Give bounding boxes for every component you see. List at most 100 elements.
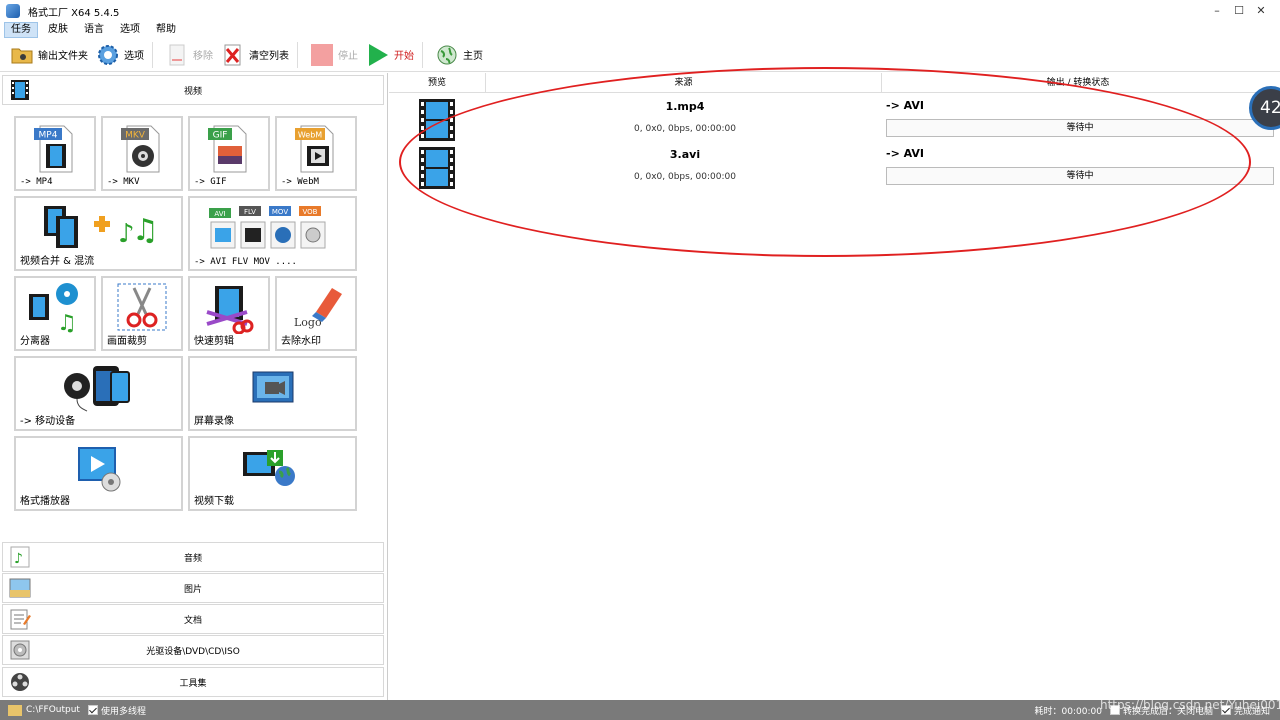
svg-text:MP4: MP4 (39, 131, 58, 141)
toolbar: 输出文件夹 选项 移除 清空列表 停止 开始 主页 (0, 38, 1280, 72)
multi-format-icon: AVI FLV MOV VOB (190, 202, 355, 254)
video-thumbnail-icon (419, 147, 455, 189)
source-filename: 1.mp4 (665, 100, 705, 113)
crop-tile[interactable]: 画面裁剪 (101, 276, 183, 351)
output-format: -> AVI (886, 99, 924, 112)
column-source[interactable]: 来源 (486, 73, 882, 92)
source-filename: 3.avi (669, 148, 701, 161)
play-icon (366, 43, 390, 67)
watermark-text: https://blog.csdn.net/Yuhei001 (1100, 698, 1280, 712)
clear-list-button[interactable]: 清空列表 (219, 40, 295, 70)
video-tools: MP4 -> MP4 MKV -> MKV GIF -> GIF WebM ->… (2, 106, 384, 540)
category-label: 视频 (183, 86, 202, 97)
convert-multi-format-tile[interactable]: AVI FLV MOV VOB -> AVI FLV MOV .... (188, 196, 357, 271)
menu-options[interactable]: 选项 (114, 23, 146, 37)
svg-text:♫: ♫ (132, 213, 159, 248)
globe-icon (435, 43, 459, 67)
quick-cut-icon (190, 282, 268, 334)
category-video[interactable]: 视频 (2, 75, 384, 105)
svg-text:MKV: MKV (125, 131, 146, 141)
conversion-status: 等待中 (886, 119, 1274, 137)
svg-text:♫: ♫ (57, 311, 77, 334)
column-output-status[interactable]: 输出 / 转换状态 (882, 73, 1274, 92)
output-folder-button[interactable]: 输出文件夹 (0, 40, 94, 70)
folder-icon (10, 43, 34, 67)
download-icon (190, 442, 355, 494)
window-title: 格式工厂 X64 5.4.5 (28, 7, 120, 19)
remove-icon (165, 43, 189, 67)
quick-cut-tile[interactable]: 快速剪辑 (188, 276, 270, 351)
gear-icon (96, 43, 120, 67)
output-format: -> AVI (886, 147, 924, 160)
multithread-label: 使用多线程 (100, 706, 146, 717)
menu-bar: 任务 皮肤 语言 选项 帮助 (0, 22, 1280, 38)
source-info: 0, 0x0, 0bps, 00:00:00 (634, 124, 736, 134)
task-list: 预览 来源 输出 / 转换状态 1.mp4 0, 0x0, 0bps, 00:0… (389, 73, 1280, 700)
conversion-status: 等待中 (886, 167, 1274, 185)
mobile-device-tile[interactable]: -> 移动设备 (14, 356, 183, 431)
merge-icon: ♪ ♫ (16, 202, 181, 254)
webm-file-icon: WebM (277, 122, 355, 174)
toolbar-divider (297, 41, 298, 68)
convert-mp4-tile[interactable]: MP4 -> MP4 (14, 116, 96, 191)
category-tools[interactable]: 工具集 (2, 667, 384, 697)
mp4-file-icon: MP4 (16, 122, 94, 174)
svg-text:FLV: FLV (244, 208, 256, 216)
function-panel: 视频 MP4 -> MP4 MKV -> MKV GIF -> GIF WebM (0, 73, 388, 700)
menu-help[interactable]: 帮助 (150, 23, 182, 37)
task-row[interactable]: 1.mp4 0, 0x0, 0bps, 00:00:00 -> AVI 等待中 (389, 97, 1274, 145)
menu-skin[interactable]: 皮肤 (42, 23, 74, 37)
mkv-file-icon: MKV (103, 122, 181, 174)
menu-task[interactable]: 任务 (4, 22, 38, 38)
start-button[interactable]: 开始 (364, 40, 420, 70)
svg-text:MOV: MOV (271, 208, 287, 216)
output-folder-path[interactable]: C:\FFOutput (26, 705, 80, 715)
splitter-tile[interactable]: ♫ 分离器 (14, 276, 96, 351)
home-button[interactable]: 主页 (425, 40, 489, 70)
video-download-tile[interactable]: 视频下载 (188, 436, 357, 511)
task-list-header: 预览 来源 输出 / 转换状态 (389, 73, 1274, 93)
player-icon (16, 442, 181, 494)
stop-button[interactable]: 停止 (300, 40, 364, 70)
folder-icon (8, 704, 22, 716)
source-info: 0, 0x0, 0bps, 00:00:00 (634, 172, 736, 182)
status-bar: C:\FFOutput 使用多线程 耗时：00:00:00 转换完成后：关闭电脑… (0, 700, 1280, 720)
mobile-device-icon (16, 362, 181, 414)
task-row[interactable]: 3.avi 0, 0x0, 0bps, 00:00:00 -> AVI 等待中 (389, 145, 1274, 193)
splitter-icon: ♫ (16, 282, 94, 334)
toolbar-divider (152, 41, 153, 68)
category-disc[interactable]: 光驱设备\DVD\CD\ISO (2, 635, 384, 665)
svg-text:Logo: Logo (294, 316, 322, 329)
category-image[interactable]: 图片 (2, 573, 384, 603)
merge-mux-tile[interactable]: ♪ ♫ 视频合并 & 混流 (14, 196, 183, 271)
svg-text:VOB: VOB (302, 208, 317, 216)
gif-file-icon: GIF (190, 122, 268, 174)
column-preview[interactable]: 预览 (389, 73, 486, 92)
svg-text:WebM: WebM (298, 131, 322, 140)
minimize-button[interactable]: – (1206, 2, 1228, 20)
options-button[interactable]: 选项 (94, 40, 150, 70)
remove-watermark-tile[interactable]: Logo 去除水印 (275, 276, 357, 351)
screen-record-icon (190, 362, 355, 414)
eraser-icon: Logo (277, 282, 355, 334)
app-icon (6, 4, 20, 18)
screen-record-tile[interactable]: 屏幕录像 (188, 356, 357, 431)
close-button[interactable]: ✕ (1250, 2, 1272, 20)
elapsed-time: 耗时：00:00:00 (1034, 706, 1102, 717)
convert-webm-tile[interactable]: WebM -> WebM (275, 116, 357, 191)
maximize-button[interactable]: ☐ (1228, 2, 1250, 20)
remove-button[interactable]: 移除 (155, 40, 219, 70)
format-player-tile[interactable]: 格式播放器 (14, 436, 183, 511)
category-audio[interactable]: ♪ 音频 (2, 542, 384, 572)
convert-mkv-tile[interactable]: MKV -> MKV (101, 116, 183, 191)
category-document[interactable]: 文档 (2, 604, 384, 634)
title-bar: 格式工厂 X64 5.4.5 – ☐ ✕ (0, 0, 1280, 22)
menu-language[interactable]: 语言 (78, 23, 110, 37)
video-thumbnail-icon (419, 99, 455, 141)
svg-text:GIF: GIF (213, 131, 228, 141)
convert-gif-tile[interactable]: GIF -> GIF (188, 116, 270, 191)
stop-icon (310, 43, 334, 67)
toolbar-divider (422, 41, 423, 68)
multithread-checkbox[interactable] (87, 705, 98, 715)
svg-text:AVI: AVI (214, 210, 225, 218)
